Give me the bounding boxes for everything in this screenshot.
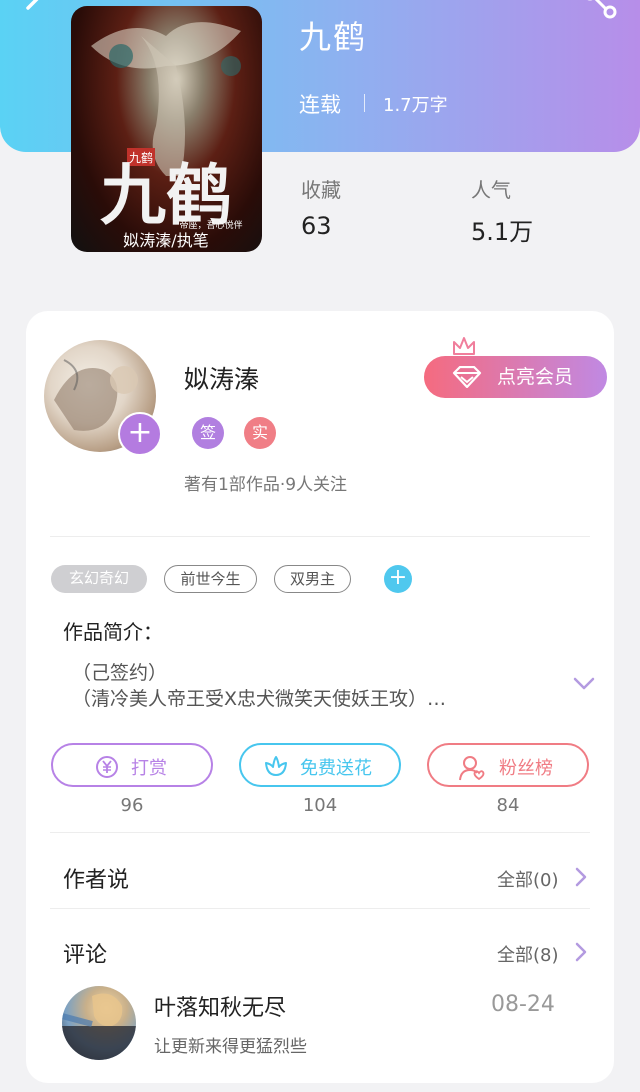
flower-count: 104 bbox=[302, 795, 338, 816]
vip-member-button[interactable]: 点亮会员 bbox=[424, 337, 607, 398]
verified-badge: 实 bbox=[244, 417, 276, 449]
send-flower-button[interactable]: 免费送花 bbox=[239, 743, 401, 787]
fan-ranking-button[interactable]: 粉丝榜 bbox=[427, 743, 589, 787]
follow-author-plus-icon[interactable]: + bbox=[118, 412, 162, 456]
tag-chip[interactable]: 玄幻奇幻 bbox=[51, 565, 147, 593]
comments-all-link[interactable]: 全部(8) bbox=[497, 941, 559, 967]
divider bbox=[50, 536, 590, 537]
reward-button[interactable]: 打赏 bbox=[51, 743, 213, 787]
author-meta: 著有1部作品·9人关注 bbox=[184, 475, 348, 495]
reward-count: 96 bbox=[120, 795, 144, 816]
crown-icon bbox=[453, 337, 475, 355]
chevron-right-icon[interactable] bbox=[574, 941, 588, 963]
reward-label: 打赏 bbox=[131, 758, 167, 779]
yuan-coin-icon bbox=[96, 756, 118, 778]
comment-username[interactable]: 叶落知秋无尽 bbox=[154, 990, 286, 1022]
author-name[interactable]: 姒涛溱 bbox=[184, 360, 259, 396]
fan-user-icon bbox=[459, 756, 485, 781]
diamond-icon bbox=[452, 366, 482, 388]
divider bbox=[50, 908, 590, 909]
add-tag-plus-icon[interactable]: + bbox=[384, 565, 412, 593]
send-flower-label: 免费送花 bbox=[300, 758, 372, 779]
tag-chip[interactable]: 双男主 bbox=[274, 565, 351, 593]
comment-text: 让更新来得更猛烈些 bbox=[154, 1037, 307, 1057]
fan-count: 84 bbox=[496, 795, 520, 816]
book-cover[interactable]: 九鹤 九鹤 帝座，吾心悦伴 姒涛溱/执笔 bbox=[71, 6, 262, 252]
fan-ranking-label: 粉丝榜 bbox=[499, 758, 553, 779]
comment-date: 08-24 bbox=[491, 992, 555, 1017]
stat-favorites-label: 收藏 bbox=[301, 178, 341, 202]
author-says-all-link[interactable]: 全部(0) bbox=[497, 866, 559, 892]
flower-icon bbox=[265, 756, 287, 776]
cover-author-text: 姒涛溱/执笔 bbox=[123, 231, 208, 250]
intro-label: 作品简介： bbox=[63, 620, 163, 644]
chevron-down-icon[interactable] bbox=[572, 676, 596, 692]
stat-popularity-value: 5.1万 bbox=[471, 218, 534, 246]
book-word-count: 1.7万字 bbox=[383, 95, 448, 116]
cover-tagline-text: 帝座，吾心悦伴 bbox=[179, 219, 242, 231]
tag-chip[interactable]: 前世今生 bbox=[164, 565, 257, 593]
stat-favorites-value: 63 bbox=[301, 212, 332, 240]
comments-title: 评论 bbox=[63, 943, 108, 968]
book-status: 连载 bbox=[299, 93, 341, 117]
intro-line: （清冷美人帝王受X忠犬微笑天使妖王攻）… bbox=[72, 688, 447, 710]
stat-popularity-label: 人气 bbox=[471, 178, 511, 202]
status-divider bbox=[364, 94, 365, 112]
book-title: 九鹤 bbox=[299, 18, 368, 56]
divider bbox=[50, 832, 590, 833]
back-arrow-icon[interactable] bbox=[14, 0, 50, 28]
cover-art: 九鹤 九鹤 帝座，吾心悦伴 姒涛溱/执笔 bbox=[91, 22, 243, 250]
share-icon[interactable] bbox=[580, 0, 620, 24]
author-says-title: 作者说 bbox=[63, 868, 130, 893]
intro-line: （己签约） bbox=[72, 662, 168, 684]
comment-avatar-art bbox=[62, 993, 136, 1060]
comment-user-avatar[interactable] bbox=[62, 986, 136, 1060]
signed-badge: 签 bbox=[192, 417, 224, 449]
chevron-right-icon[interactable] bbox=[574, 866, 588, 888]
vip-button-label: 点亮会员 bbox=[497, 366, 574, 388]
